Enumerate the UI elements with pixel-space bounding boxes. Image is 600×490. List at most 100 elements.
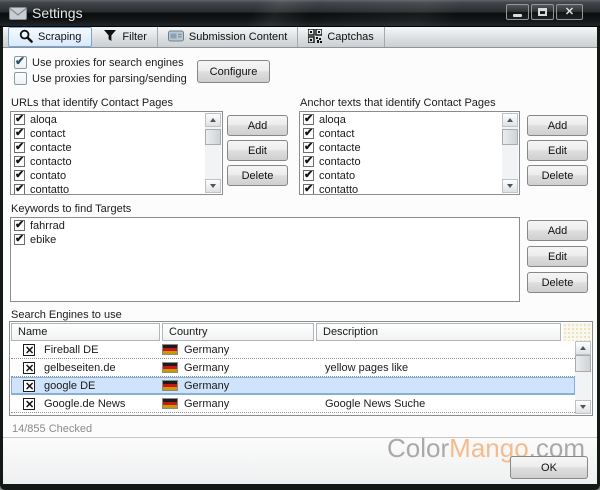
- column-header-country[interactable]: Country: [162, 323, 314, 341]
- keywords-list-items: fahrrad ebike: [11, 219, 519, 246]
- anchor-list[interactable]: aloqa contact contacte contacto contato …: [299, 111, 520, 195]
- checkbox-x-icon[interactable]: [23, 380, 35, 392]
- ok-button[interactable]: OK: [510, 456, 588, 479]
- list-item-label: contacte: [30, 142, 72, 154]
- scroll-down-icon[interactable]: [575, 400, 591, 414]
- list-item[interactable]: ebike: [11, 233, 519, 246]
- engines-table: Name Country Description Fireball DE Ger…: [9, 321, 593, 416]
- list-item[interactable]: contacto: [11, 155, 205, 168]
- list-item-label: contacte: [319, 142, 361, 154]
- list-item-label: contato: [319, 170, 355, 182]
- checkbox-icon: [14, 56, 27, 69]
- checkbox-x-icon[interactable]: [23, 344, 35, 356]
- list-item[interactable]: contato: [300, 169, 502, 182]
- checkbox-x-icon[interactable]: [23, 398, 35, 410]
- list-item-label: contact: [319, 128, 354, 140]
- engine-row[interactable]: google DE Germany: [11, 377, 575, 395]
- scroll-down-icon[interactable]: [205, 179, 221, 193]
- list-item[interactable]: contacte: [11, 141, 205, 154]
- url-list[interactable]: aloqa contact contacte contacto contato …: [10, 111, 223, 195]
- list-item-label: contato: [30, 170, 66, 182]
- checkbox-icon: [303, 156, 314, 167]
- list-item-label: ebike: [30, 234, 56, 246]
- column-header-description[interactable]: Description: [316, 323, 561, 341]
- tab-filter[interactable]: Filter: [93, 27, 157, 47]
- list-item[interactable]: aloqa: [300, 113, 502, 126]
- germany-flag-icon: [162, 362, 178, 373]
- tab-scraping[interactable]: Scraping: [8, 27, 92, 47]
- anchor-list-items: aloqa contact contacte contacto contato …: [300, 113, 502, 195]
- checked-status: 14/855 Checked: [12, 423, 92, 435]
- engine-name: google DE: [44, 380, 95, 392]
- checkbox-label: Use proxies for search engines: [32, 57, 184, 69]
- list-item[interactable]: fahrrad: [11, 219, 519, 232]
- anchor-list-scrollbar[interactable]: [502, 113, 518, 193]
- list-item[interactable]: contacte: [300, 141, 502, 154]
- tab-label: Captchas: [327, 31, 373, 43]
- engine-row[interactable]: [11, 413, 575, 414]
- tab-label: Submission Content: [189, 31, 287, 43]
- edit-button[interactable]: Edit: [527, 140, 588, 161]
- minimize-button[interactable]: [506, 4, 529, 20]
- add-button[interactable]: Add: [527, 115, 588, 136]
- close-button[interactable]: [556, 4, 583, 20]
- configure-button[interactable]: Configure: [197, 60, 270, 83]
- use-proxies-parsing-checkbox[interactable]: Use proxies for parsing/sending: [14, 72, 187, 85]
- engine-row[interactable]: Google.de News Germany Google News Suche: [11, 395, 575, 413]
- titlebar[interactable]: Settings: [0, 0, 600, 27]
- delete-button[interactable]: Delete: [527, 272, 588, 293]
- scroll-thumb[interactable]: [575, 355, 591, 372]
- germany-flag-icon: [162, 344, 178, 355]
- checkbox-icon: [303, 114, 314, 125]
- maximize-button[interactable]: [531, 4, 554, 20]
- engine-country-cell: Germany: [162, 344, 317, 356]
- engines-table-scrollbar[interactable]: [575, 341, 591, 414]
- add-button[interactable]: Add: [227, 115, 288, 136]
- list-item[interactable]: contact: [11, 127, 205, 140]
- list-item[interactable]: contacto: [300, 155, 502, 168]
- window-controls: [506, 4, 583, 20]
- checkbox-x-icon[interactable]: [23, 362, 35, 374]
- scroll-up-icon[interactable]: [502, 113, 518, 127]
- maximize-icon: [538, 8, 547, 16]
- list-item[interactable]: aloqa: [11, 113, 205, 126]
- scroll-thumb[interactable]: [205, 129, 221, 145]
- envelope-icon: [9, 7, 27, 23]
- scraping-tab-page: Use proxies for search engines Use proxi…: [3, 48, 597, 437]
- edit-button[interactable]: Edit: [527, 246, 588, 267]
- use-proxies-search-checkbox[interactable]: Use proxies for search engines: [14, 56, 184, 69]
- keywords-list[interactable]: fahrrad ebike: [10, 217, 520, 302]
- list-item[interactable]: contato: [11, 169, 205, 182]
- scroll-up-icon[interactable]: [575, 341, 591, 355]
- url-list-actions: Add Edit Delete: [227, 115, 288, 190]
- magnifier-icon: [19, 29, 33, 46]
- keywords-label: Keywords to find Targets: [11, 203, 131, 215]
- close-icon: [565, 7, 574, 18]
- checkbox-label: Use proxies for parsing/sending: [32, 73, 187, 85]
- list-item-label: aloqa: [30, 114, 57, 126]
- edit-button[interactable]: Edit: [227, 140, 288, 161]
- list-item[interactable]: contatto: [11, 183, 205, 195]
- engine-name-cell: gelbeseiten.de: [11, 362, 162, 374]
- add-button[interactable]: Add: [527, 220, 588, 241]
- engine-row[interactable]: Fireball DE Germany: [11, 341, 575, 359]
- scroll-up-icon[interactable]: [205, 113, 221, 127]
- url-list-scrollbar[interactable]: [205, 113, 221, 193]
- engine-description: Google News Suche: [317, 398, 575, 410]
- engine-row[interactable]: gelbeseiten.de Germany yellow pages like: [11, 359, 575, 377]
- list-item-label: contacto: [30, 156, 72, 168]
- checkbox-icon: [303, 184, 314, 195]
- tab-captchas[interactable]: Captchas: [298, 27, 384, 47]
- list-item[interactable]: contatto: [300, 183, 502, 195]
- engines-table-body: Fireball DE Germany gelbeseiten.de Germa…: [11, 341, 575, 414]
- url-list-items: aloqa contact contacte contacto contato …: [11, 113, 205, 195]
- checkbox-icon: [14, 114, 25, 125]
- scroll-down-icon[interactable]: [502, 179, 518, 193]
- list-item[interactable]: contact: [300, 127, 502, 140]
- engines-label: Search Engines to use: [11, 309, 122, 321]
- tab-submission-content[interactable]: Submission Content: [158, 27, 298, 47]
- delete-button[interactable]: Delete: [527, 165, 588, 186]
- column-header-name[interactable]: Name: [11, 323, 160, 341]
- delete-button[interactable]: Delete: [227, 165, 288, 186]
- scroll-thumb[interactable]: [502, 129, 518, 145]
